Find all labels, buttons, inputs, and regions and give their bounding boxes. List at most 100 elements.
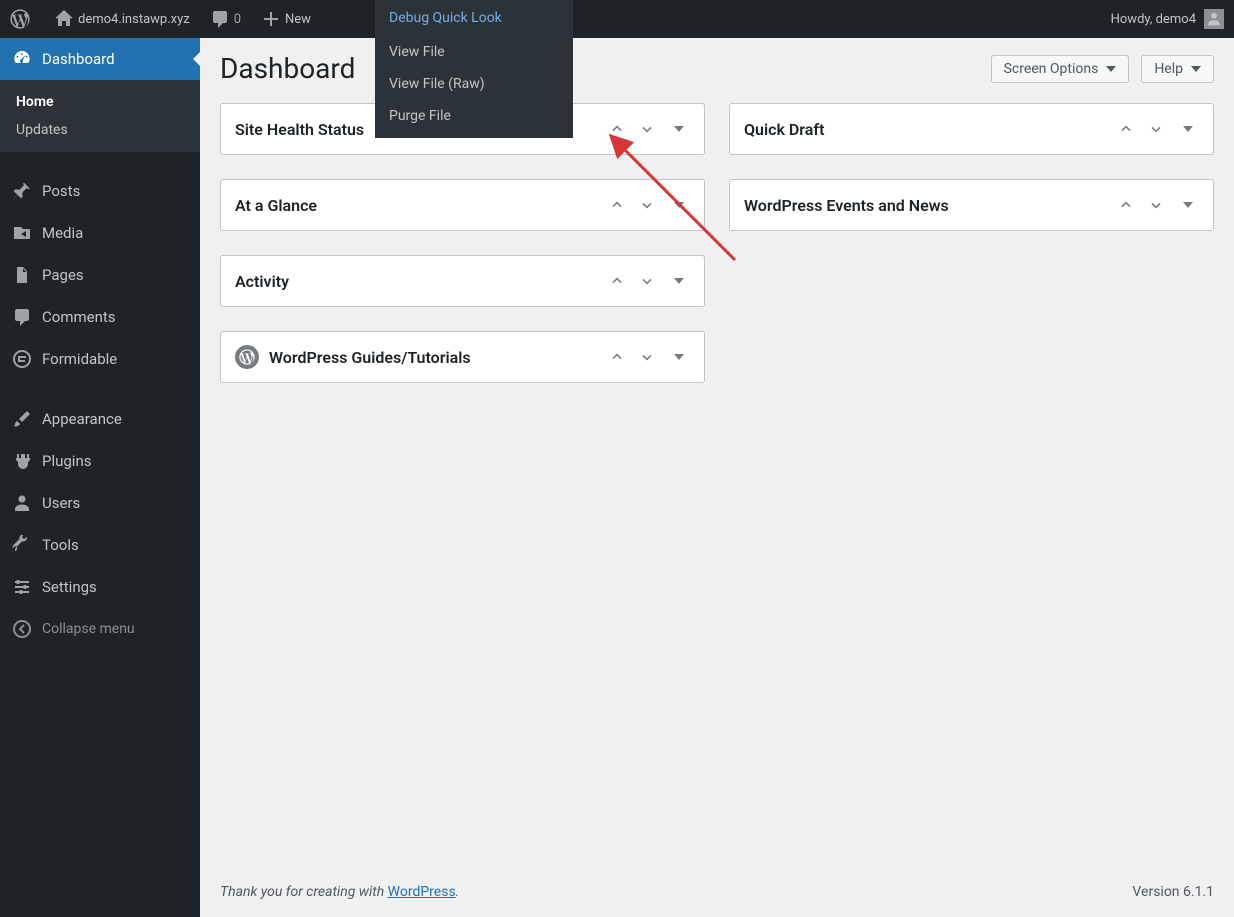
new-content-label: New <box>285 12 311 27</box>
wp-logo-menu[interactable] <box>0 0 44 38</box>
sidebar-subitem-updates[interactable]: Updates <box>0 116 200 144</box>
toggle-panel-button[interactable] <box>668 270 690 292</box>
sidebar-item-formidable[interactable]: Formidable <box>0 338 200 380</box>
chevron-up-icon <box>609 273 625 289</box>
chevron-up-icon <box>609 349 625 365</box>
move-down-button[interactable] <box>1145 118 1167 140</box>
chevron-down-icon <box>1183 126 1193 132</box>
chevron-down-icon <box>1106 66 1116 72</box>
chevron-up-icon <box>609 197 625 213</box>
site-name-menu[interactable]: demo4.instawp.xyz <box>44 0 200 38</box>
move-up-button[interactable] <box>1115 118 1137 140</box>
page-header: Dashboard Screen Options Help <box>220 52 1214 85</box>
toggle-panel-button[interactable] <box>1177 194 1199 216</box>
sidebar-item-label: Plugins <box>42 452 91 470</box>
metabox-title: WordPress Guides/Tutorials <box>269 348 471 367</box>
collapse-menu-button[interactable]: Collapse menu <box>0 608 200 650</box>
sidebar-item-plugins[interactable]: Plugins <box>0 440 200 482</box>
sidebar-item-tools[interactable]: Tools <box>0 524 200 566</box>
dashboard-left-column: Site Health Status At a Glance <box>220 103 705 383</box>
chevron-down-icon <box>639 349 655 365</box>
sidebar-item-media[interactable]: Media <box>0 212 200 254</box>
toggle-panel-button[interactable] <box>668 194 690 216</box>
metabox-wp-tutorials: WordPress Guides/Tutorials <box>220 331 705 383</box>
pages-icon <box>12 265 32 285</box>
admin-footer: Thank you for creating with WordPress. V… <box>200 867 1234 917</box>
chevron-down-icon <box>1148 121 1164 137</box>
screen-options-button[interactable]: Screen Options <box>991 55 1130 83</box>
debug-view-file-item[interactable]: View File <box>375 36 573 68</box>
main-content-area: Dashboard Screen Options Help Site Healt… <box>200 38 1234 917</box>
debug-quick-look-menu: Debug Quick Look View File View File (Ra… <box>375 0 573 138</box>
chevron-up-icon <box>609 121 625 137</box>
footer-version: Version 6.1.1 <box>1132 884 1214 900</box>
sidebar-subitem-home[interactable]: Home <box>0 88 200 116</box>
sidebar-item-settings[interactable]: Settings <box>0 566 200 608</box>
metabox-title: WordPress Events and News <box>744 196 1115 215</box>
sidebar-item-label: Tools <box>42 536 79 554</box>
metabox-wp-events-news: WordPress Events and News <box>729 179 1214 231</box>
help-button[interactable]: Help <box>1141 55 1214 83</box>
formidable-icon <box>12 349 32 369</box>
user-icon <box>12 493 32 513</box>
admin-sidebar: Dashboard Home Updates Posts Media Pages… <box>0 38 200 917</box>
dashboard-right-column: Quick Draft WordPress Events and News <box>729 103 1214 383</box>
sidebar-item-comments[interactable]: Comments <box>0 296 200 338</box>
sidebar-item-label: Media <box>42 224 83 242</box>
move-down-button[interactable] <box>636 270 658 292</box>
comment-icon <box>12 307 32 327</box>
sidebar-item-users[interactable]: Users <box>0 482 200 524</box>
chevron-down-icon <box>1148 197 1164 213</box>
toggle-panel-button[interactable] <box>1177 118 1199 140</box>
wordpress-logo-icon <box>10 9 30 29</box>
footer-wordpress-link[interactable]: WordPress <box>388 884 456 900</box>
sidebar-item-posts[interactable]: Posts <box>0 170 200 212</box>
chevron-down-icon <box>674 278 684 284</box>
metabox-title: Quick Draft <box>744 120 1115 139</box>
home-icon <box>54 9 74 29</box>
move-up-button[interactable] <box>606 118 628 140</box>
move-down-button[interactable] <box>636 346 658 368</box>
chevron-up-icon <box>1118 121 1134 137</box>
sidebar-item-label: Posts <box>42 182 80 200</box>
metabox-title: Activity <box>235 272 606 291</box>
move-down-button[interactable] <box>1145 194 1167 216</box>
comment-icon <box>210 9 230 29</box>
metabox-title: At a Glance <box>235 196 606 215</box>
sidebar-item-label: Pages <box>42 266 84 284</box>
screen-options-label: Screen Options <box>1004 61 1099 77</box>
sidebar-item-pages[interactable]: Pages <box>0 254 200 296</box>
move-up-button[interactable] <box>1115 194 1137 216</box>
howdy-account-menu[interactable]: Howdy, demo4 <box>1101 0 1234 38</box>
move-down-button[interactable] <box>636 194 658 216</box>
new-content-menu[interactable]: New <box>251 0 321 38</box>
debug-view-file-raw-item[interactable]: View File (Raw) <box>375 68 573 100</box>
debug-quick-look-item[interactable]: Debug Quick Look <box>375 0 573 36</box>
footer-text-prefix: Thank you for creating with <box>220 884 388 900</box>
admin-toolbar: demo4.instawp.xyz 0 New Howdy, demo4 <box>0 0 1234 38</box>
move-up-button[interactable] <box>606 194 628 216</box>
collapse-menu-label: Collapse menu <box>42 621 135 637</box>
chevron-down-icon <box>674 202 684 208</box>
sidebar-item-label: Settings <box>42 578 97 596</box>
chevron-down-icon <box>639 197 655 213</box>
metabox-activity: Activity <box>220 255 705 307</box>
chevron-down-icon <box>1183 202 1193 208</box>
move-down-button[interactable] <box>636 118 658 140</box>
pushpin-icon <box>12 181 32 201</box>
paintbrush-icon <box>12 409 32 429</box>
plus-icon <box>261 9 281 29</box>
toggle-panel-button[interactable] <box>668 346 690 368</box>
sidebar-item-label: Comments <box>42 308 116 326</box>
help-label: Help <box>1154 61 1183 77</box>
comment-count: 0 <box>234 12 241 27</box>
move-up-button[interactable] <box>606 270 628 292</box>
debug-purge-file-item[interactable]: Purge File <box>375 100 573 132</box>
chevron-down-icon <box>674 354 684 360</box>
dashboard-icon <box>12 49 32 69</box>
comments-menu[interactable]: 0 <box>200 0 251 38</box>
sidebar-item-appearance[interactable]: Appearance <box>0 398 200 440</box>
sidebar-item-dashboard[interactable]: Dashboard <box>0 38 200 80</box>
toggle-panel-button[interactable] <box>668 118 690 140</box>
move-up-button[interactable] <box>606 346 628 368</box>
